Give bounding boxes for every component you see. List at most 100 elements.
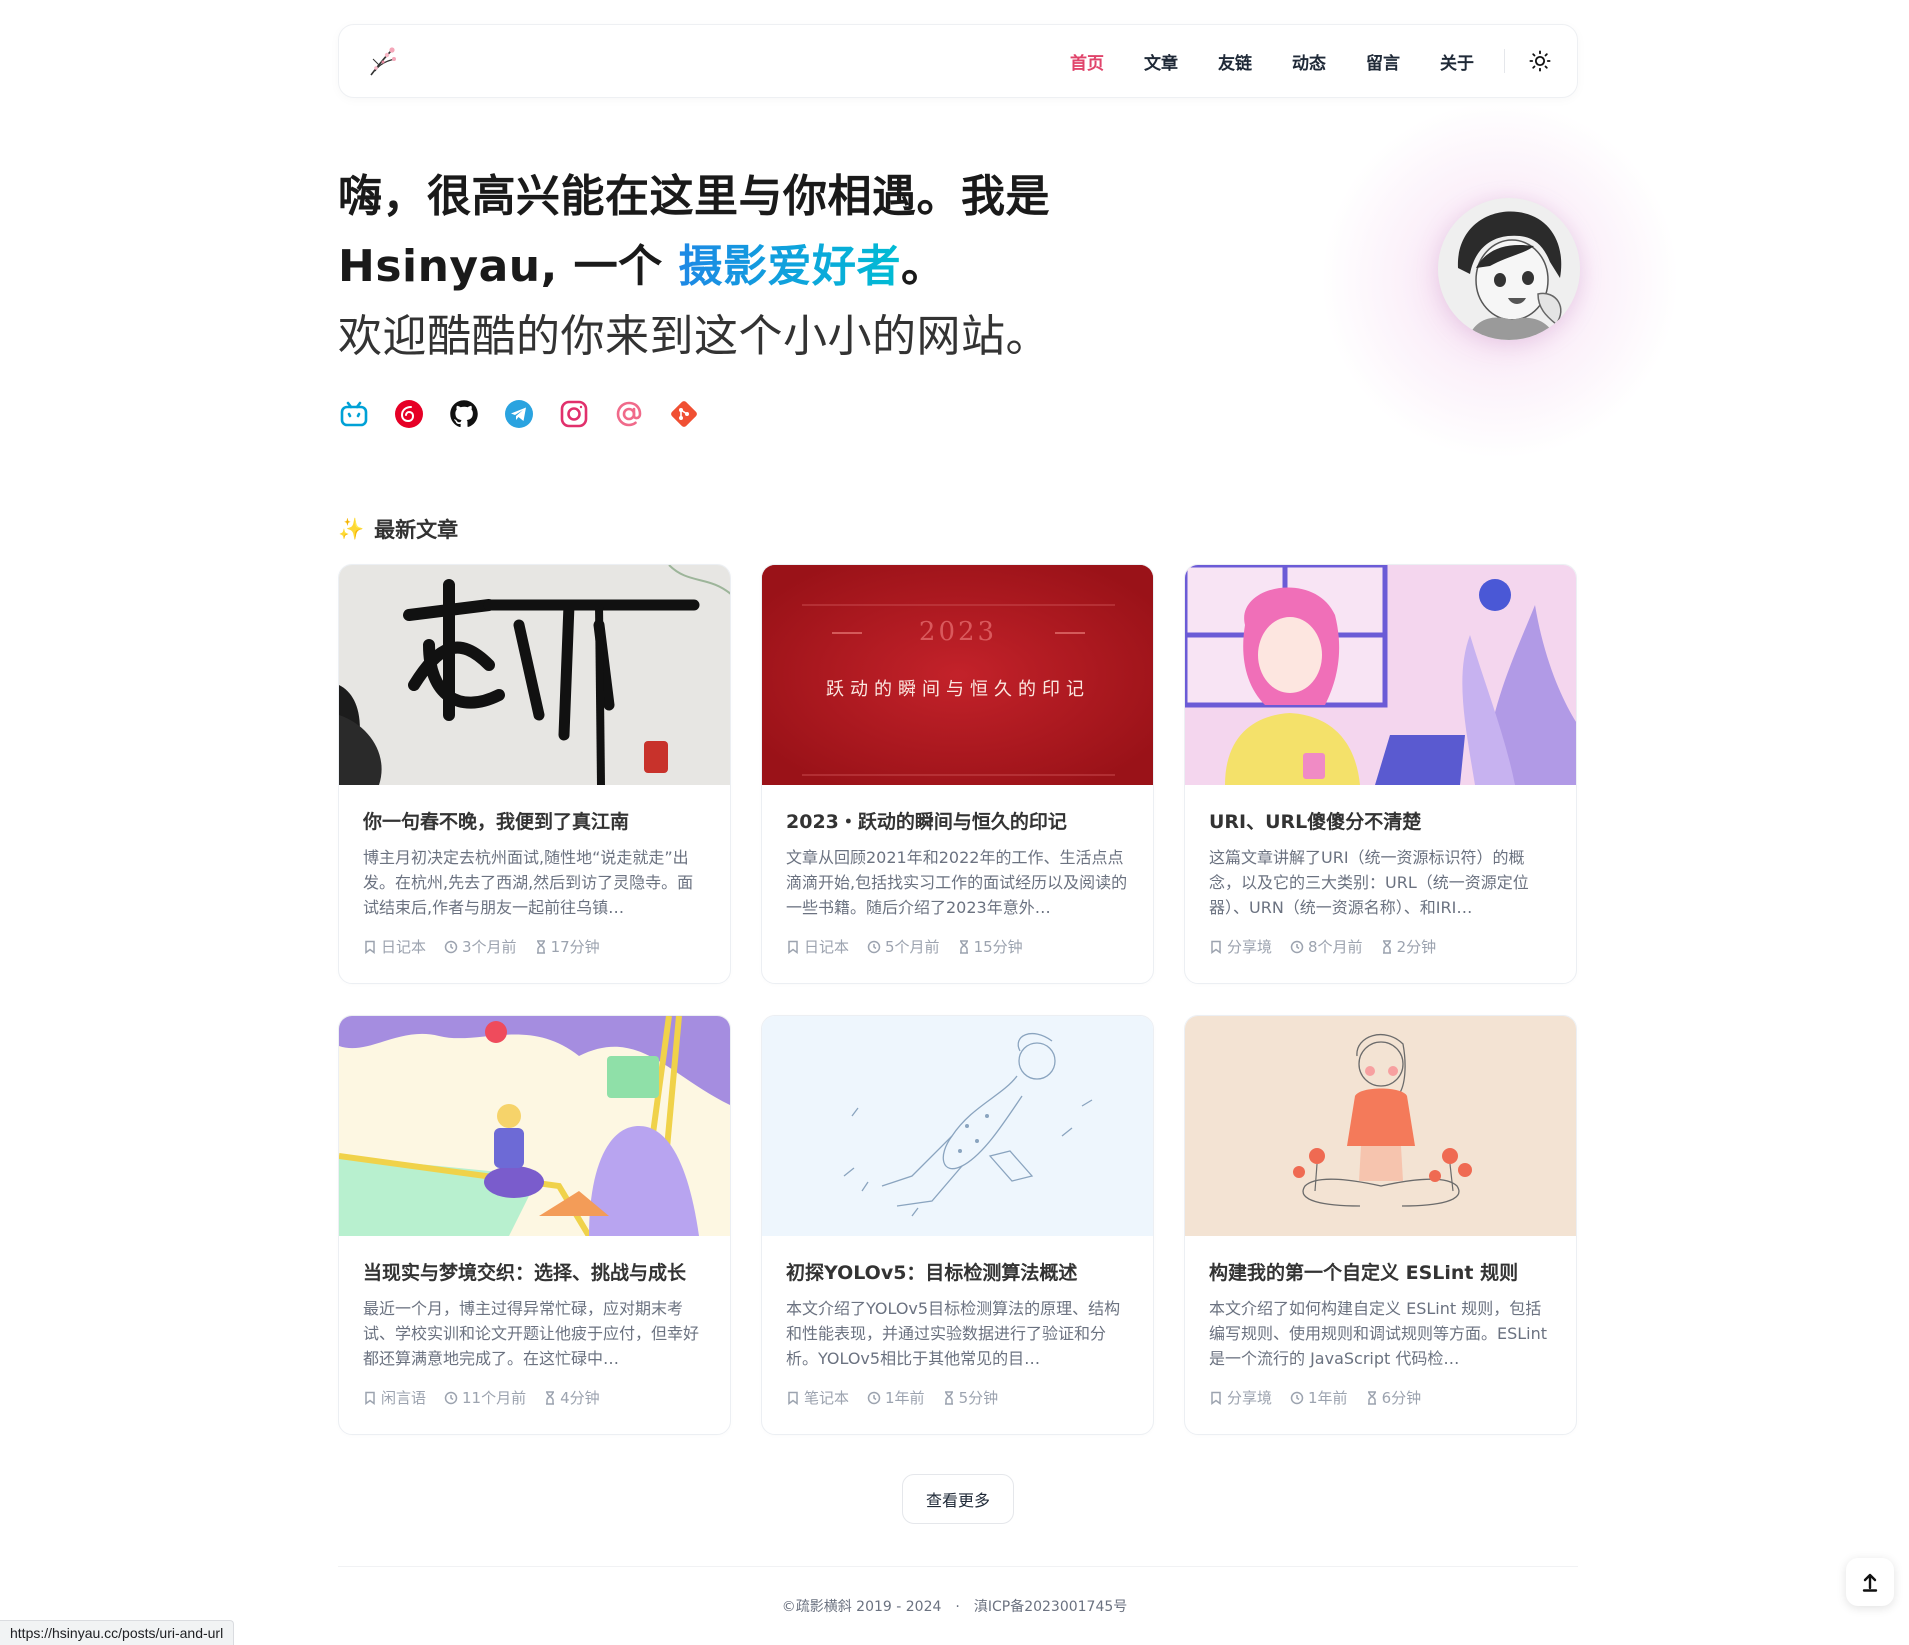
post-category[interactable]: 闲言语 xyxy=(381,1387,426,1408)
bookmark-icon xyxy=(365,1391,375,1405)
hourglass-icon xyxy=(944,1390,953,1405)
post-excerpt: 这篇文章讲解了URI（统一资源标识符）的概念，以及它的三大类别：URL（统一资源… xyxy=(1209,848,1529,917)
bookmark-icon xyxy=(788,940,798,954)
nav-divider xyxy=(1504,49,1505,73)
post-date: 3个月前 xyxy=(462,938,517,956)
clock-icon xyxy=(1290,1391,1304,1404)
hero: 嗨，很高兴能在这里与你相遇。我是 Hsinyau, 一个 摄影爱好者。 欢迎酷酷… xyxy=(338,162,1218,372)
post-excerpt: 博主月初决定去杭州面试,随性地“说走就走”出发。在杭州,先去了西湖,然后到访了灵… xyxy=(363,848,694,917)
post-read-time: 17分钟 xyxy=(550,938,600,956)
hero-welcome: 欢迎酷酷的你来到这个小小的网站。 xyxy=(338,311,1050,362)
bookmark-icon xyxy=(1211,940,1221,954)
clock-icon xyxy=(867,940,881,953)
nav-home[interactable]: 首页 xyxy=(1070,49,1104,74)
sun-icon xyxy=(1529,50,1551,72)
sparkles-icon: ✨ xyxy=(338,516,365,541)
footer: ©疏影横斜 2019 - 2024 · 滇ICP备2023001745号 xyxy=(0,1596,1909,1616)
telegram-icon[interactable] xyxy=(503,398,535,430)
post-read-time: 4分钟 xyxy=(560,1389,600,1407)
post-meta: 日记本 5个月前 15分钟 xyxy=(786,936,1129,957)
post-read-time: 2分钟 xyxy=(1396,938,1437,956)
nav-posts[interactable]: 文章 xyxy=(1144,49,1178,74)
hero-punct: 。 xyxy=(900,241,946,292)
post-card[interactable]: 构建我的第一个自定义 ESLint 规则 本文介绍了如何构建自定义 ESLint… xyxy=(1184,1015,1577,1435)
post-read-time: 6分钟 xyxy=(1381,1389,1422,1407)
post-excerpt: 本文介绍了如何构建自定义 ESLint 规则，包括编写规则、使用规则和调试规则等… xyxy=(1209,1299,1548,1368)
hourglass-icon xyxy=(959,939,968,954)
post-excerpt: 文章从回顾2021年和2022年的工作、生活点点滴滴开始,包括找实习工作的面试经… xyxy=(786,848,1128,917)
bookmark-icon xyxy=(365,940,375,954)
clock-icon xyxy=(444,1391,458,1404)
status-bar-url: https://hsinyau.cc/posts/uri-and-url xyxy=(0,1620,235,1645)
post-title[interactable]: 当现实与梦境交织：选择、挑战与成长 xyxy=(363,1258,706,1285)
github-icon[interactable] xyxy=(448,398,480,430)
posts-grid: 你一句春不晚，我便到了真江南 博主月初决定去杭州面试,随性地“说走就走”出发。在… xyxy=(338,564,1578,1435)
post-date: 1年前 xyxy=(1308,1389,1348,1407)
clock-icon xyxy=(1290,940,1304,953)
nav-guestbook[interactable]: 留言 xyxy=(1366,49,1400,74)
nav-friends[interactable]: 友链 xyxy=(1218,49,1252,74)
email-icon[interactable] xyxy=(613,398,645,430)
post-card[interactable]: 2023 跃动的瞬间与恒久的印记 2023・跃动的瞬间与恒久的印记 文章从回顾2… xyxy=(761,564,1154,984)
navbar: 首页 文章 友链 动态 留言 关于 xyxy=(338,24,1578,98)
social-links xyxy=(338,398,723,430)
section-title-text: 最新文章 xyxy=(374,518,459,542)
hero-intro: Hsinyau, 一个 摄影爱好者。 xyxy=(338,232,1218,302)
post-title[interactable]: 2023・跃动的瞬间与恒久的印记 xyxy=(786,807,1129,834)
post-card[interactable]: 初探YOLOv5：目标检测算法概述 本文介绍了YOLOv5目标检测算法的原理、结… xyxy=(761,1015,1154,1435)
arrow-up-icon xyxy=(1862,1573,1878,1592)
post-date: 8个月前 xyxy=(1308,938,1363,956)
post-title[interactable]: 你一句春不晚，我便到了真江南 xyxy=(363,807,706,834)
latest-posts-heading: ✨ 最新文章 xyxy=(338,514,458,544)
post-excerpt: 最近一个月，博主过得异常忙碌，应对期末考试、学校实训和论文开题让他疲于应付，但幸… xyxy=(363,1299,700,1368)
post-excerpt: 本文介绍了YOLOv5目标检测算法的原理、结构和性能表现，并通过实验数据进行了验… xyxy=(786,1299,1121,1368)
main-nav: 首页 文章 友链 动态 留言 关于 xyxy=(1030,48,1553,74)
hourglass-icon xyxy=(546,1390,555,1405)
avatar xyxy=(1438,198,1580,340)
post-category[interactable]: 日记本 xyxy=(381,936,426,957)
nav-moments[interactable]: 动态 xyxy=(1292,49,1326,74)
git-icon[interactable] xyxy=(668,398,700,430)
post-meta: 日记本 3个月前 17分钟 xyxy=(363,936,706,957)
post-cover-2023: 2023 跃动的瞬间与恒久的印记 xyxy=(762,565,1153,785)
nav-about[interactable]: 关于 xyxy=(1440,49,1474,74)
site-logo[interactable] xyxy=(363,41,403,81)
post-title[interactable]: 初探YOLOv5：目标检测算法概述 xyxy=(786,1258,1129,1285)
instagram-icon[interactable] xyxy=(558,398,590,430)
post-meta: 分享境 1年前 6分钟 xyxy=(1209,1387,1552,1408)
hourglass-icon xyxy=(536,939,545,954)
post-date: 1年前 xyxy=(885,1389,925,1407)
cover-year: 2023 xyxy=(919,617,997,647)
post-card[interactable]: 你一句春不晚，我便到了真江南 博主月初决定去杭州面试,随性地“说走就走”出发。在… xyxy=(338,564,731,984)
post-card[interactable]: URI、URL傻傻分不清楚 这篇文章讲解了URI（统一资源标识符）的概念，以及它… xyxy=(1184,564,1577,984)
post-card[interactable]: 当现实与梦境交织：选择、挑战与成长 最近一个月，博主过得异常忙碌，应对期末考试、… xyxy=(338,1015,731,1435)
post-cover-eslint xyxy=(1185,1016,1576,1236)
netease-music-icon[interactable] xyxy=(393,398,425,430)
post-cover-dream xyxy=(339,1016,730,1236)
theme-toggle-button[interactable] xyxy=(1527,48,1553,74)
view-more-button[interactable]: 查看更多 xyxy=(902,1474,1014,1524)
bilibili-icon[interactable] xyxy=(338,398,370,430)
post-meta: 笔记本 1年前 5分钟 xyxy=(786,1387,1129,1408)
clock-icon xyxy=(867,1391,881,1404)
post-meta: 分享境 8个月前 2分钟 xyxy=(1209,936,1552,957)
post-category[interactable]: 分享境 xyxy=(1227,1387,1272,1408)
post-category[interactable]: 笔记本 xyxy=(804,1387,849,1408)
post-meta: 闲言语 11个月前 4分钟 xyxy=(363,1387,706,1408)
clock-icon xyxy=(444,940,458,953)
hourglass-icon xyxy=(1367,1390,1376,1405)
footer-icp-link[interactable]: 滇ICP备2023001745号 xyxy=(974,1599,1127,1615)
post-title[interactable]: URI、URL傻傻分不清楚 xyxy=(1209,807,1552,834)
hero-greeting: 嗨，很高兴能在这里与你相遇。我是 xyxy=(338,171,1050,222)
hero-role: 摄影爱好者 xyxy=(678,241,901,292)
post-read-time: 5分钟 xyxy=(958,1389,999,1407)
footer-copyright: ©疏影横斜 2019 - 2024 xyxy=(781,1599,942,1615)
post-date: 5个月前 xyxy=(885,938,940,956)
cover-caption: 跃动的瞬间与恒久的印记 xyxy=(826,679,1090,700)
post-category[interactable]: 分享境 xyxy=(1227,936,1272,957)
footer-separator: · xyxy=(955,1599,960,1615)
post-category[interactable]: 日记本 xyxy=(804,936,849,957)
back-to-top-button[interactable] xyxy=(1846,1558,1894,1606)
bookmark-icon xyxy=(788,1391,798,1405)
post-title[interactable]: 构建我的第一个自定义 ESLint 规则 xyxy=(1209,1258,1552,1285)
